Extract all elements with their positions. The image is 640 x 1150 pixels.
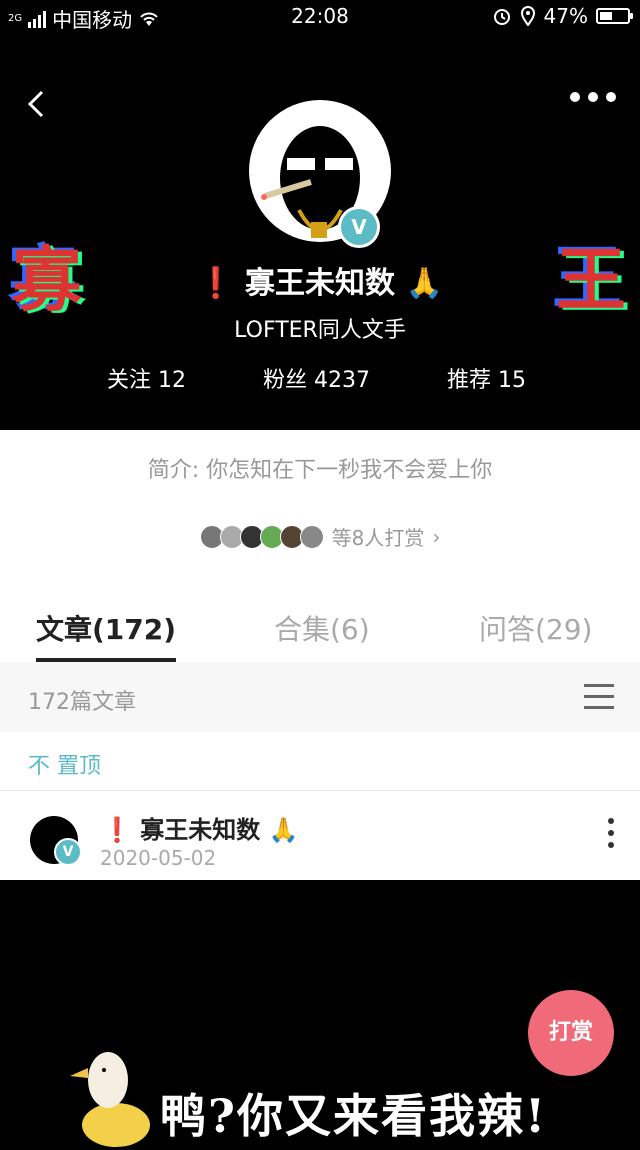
location-icon [520, 6, 535, 26]
tab-collections[interactable]: 合集(6) [274, 608, 370, 648]
battery-icon [596, 8, 633, 24]
stat-followers[interactable]: 粉丝 4237 [263, 362, 370, 394]
profile-intro: 简介: 你怎知在下一秒我不会爱上你 [147, 458, 493, 483]
tab-bar: 文章(172) 合集(6) 问答(29) [0, 604, 640, 662]
status-bar: 2G 中国移动 22:08 47% [0, 0, 640, 34]
stat-following-value: 12 [158, 368, 187, 393]
pinned-label: 不 置顶 [28, 754, 101, 779]
stat-following-label: 关注 [107, 368, 152, 393]
content-panel: 简介: 你怎知在下一秒我不会爱上你 等8人打赏 › 文章(172) 合集(6) … [0, 430, 640, 880]
stat-recommend-value: 15 [498, 368, 527, 393]
tip-button[interactable]: 打赏 [528, 990, 614, 1076]
alarm-icon [493, 9, 510, 25]
stat-followers-label: 粉丝 [263, 368, 308, 393]
tab-qa[interactable]: 问答(29) [479, 608, 592, 648]
back-icon[interactable] [22, 90, 50, 118]
battery-fill [600, 12, 613, 20]
verified-badge: V [338, 206, 380, 248]
profile-header: 寡 王 V ❗ 寡王未知数 🙏 LOFTER同人文手 关注 12 粉丝 4237… [0, 34, 640, 430]
battery-percent: 47% [543, 4, 588, 28]
divider [0, 790, 640, 791]
article-list-header: 172篇文章 [0, 662, 640, 732]
tab-articles[interactable]: 文章(172) [36, 608, 176, 648]
stat-recommend-label: 推荐 [447, 368, 492, 393]
duck-sticker-image [70, 1052, 150, 1147]
rewards-row[interactable]: 等8人打赏 › [0, 522, 640, 551]
reward-avatars [199, 524, 324, 549]
article-count: 172篇文章 [28, 690, 136, 715]
exclamation-icon: ❗ [102, 816, 132, 844]
stat-following[interactable]: 关注 12 [107, 362, 186, 394]
kebab-icon[interactable] [608, 818, 614, 854]
exclamation-icon: ❗ [197, 266, 235, 301]
post-title-text: 寡王未知数 [140, 816, 261, 844]
sticker-text: 鸭?你又来看我辣! [160, 1089, 548, 1143]
profile-name-text: 寡王未知数 [245, 266, 395, 301]
profile-name: ❗ 寡王未知数 🙏 [0, 258, 640, 302]
pray-icon: 🙏 [405, 266, 443, 301]
list-item[interactable]: V ❗ 寡王未知数 🙏 2020-05-02 [0, 792, 640, 878]
profile-subtitle: LOFTER同人文手 [234, 318, 406, 343]
menu-icon[interactable] [584, 684, 614, 717]
more-icon[interactable] [570, 92, 616, 102]
status-right: 47% [492, 4, 633, 28]
post-title[interactable]: ❗ 寡王未知数 🙏 [102, 810, 299, 845]
pray-icon: 🙏 [268, 816, 299, 844]
chevron-right-icon: › [432, 524, 441, 549]
post-date: 2020-05-02 [100, 846, 217, 870]
stat-recommend[interactable]: 推荐 15 [447, 362, 526, 394]
post-verified-badge: V [54, 838, 82, 866]
rewards-text: 等8人打赏 [331, 526, 425, 550]
stat-followers-value: 4237 [314, 368, 371, 393]
